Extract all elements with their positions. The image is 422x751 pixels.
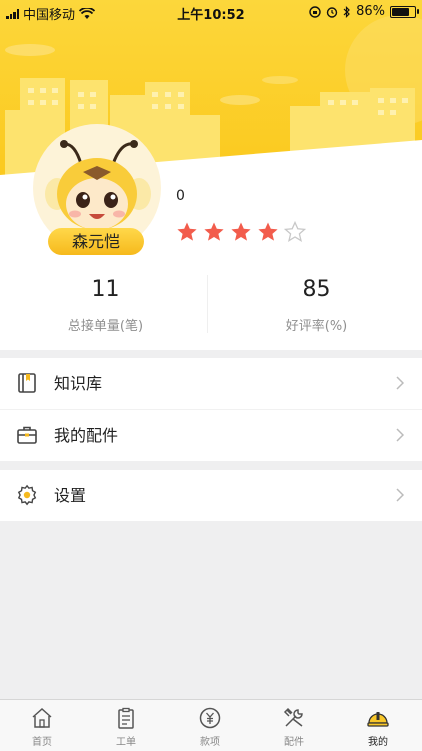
menu-item-label: 知识库: [54, 374, 103, 393]
stat-total-orders: 11 总接单量(笔): [0, 275, 211, 334]
gear-icon: [17, 484, 37, 506]
star-empty-icon: [284, 221, 306, 242]
tab-label: 款项: [200, 737, 220, 748]
star-filled-icon: [204, 222, 224, 241]
battery-icon: [390, 5, 419, 18]
rotation-lock-icon: [309, 5, 321, 18]
star-filled-icon: [177, 222, 197, 241]
tab-home[interactable]: 首页: [0, 700, 84, 751]
clipboard-icon: [118, 707, 134, 729]
bottom-tab-bar: 首页 工单 款项 配件 我的: [0, 699, 422, 751]
menu-item-knowledge-base[interactable]: 知识库: [0, 358, 422, 409]
stat-positive-rate: 85 好评率(%): [211, 275, 422, 334]
menu-group-settings: 设置: [0, 470, 422, 521]
menu-item-label: 我的配件: [54, 426, 119, 445]
yuan-icon: [199, 707, 221, 729]
tab-label: 首页: [32, 737, 52, 748]
tab-work-orders[interactable]: 工单: [84, 700, 168, 751]
tab-parts[interactable]: 配件: [252, 700, 336, 751]
star-filled-icon: [231, 222, 251, 241]
tools-icon: [283, 707, 303, 727]
tab-mine[interactable]: 我的: [336, 700, 420, 751]
status-bar: 中国移动 上午10:52 86%: [0, 0, 422, 24]
user-name-badge: 森元恺: [48, 228, 144, 255]
bluetooth-icon: [343, 5, 350, 18]
stat-value: 85: [302, 277, 331, 302]
tab-label: 我的: [368, 737, 388, 748]
tab-label: 工单: [116, 737, 136, 748]
profile-header: 中国移动 上午10:52 86% 森元恺 0 11 总接单量(笔) 85 好评率…: [0, 0, 422, 350]
menu-group-main: 知识库 我的配件: [0, 358, 422, 461]
book-icon: [18, 373, 36, 393]
helmet-icon: [367, 712, 389, 727]
stat-label: 好评率(%): [285, 319, 348, 334]
chevron-right-icon: [396, 488, 404, 502]
tab-payments[interactable]: 款项: [168, 700, 252, 751]
stat-label: 总接单量(笔): [67, 319, 144, 334]
alarm-icon: [326, 6, 338, 18]
user-score: 0: [176, 188, 185, 204]
battery-percent: 86%: [356, 4, 385, 19]
tab-label: 配件: [284, 737, 304, 748]
stat-value: 11: [91, 277, 120, 302]
chevron-right-icon: [396, 376, 404, 390]
chevron-right-icon: [396, 428, 404, 442]
menu-item-my-parts[interactable]: 我的配件: [0, 410, 422, 461]
stat-divider: [207, 275, 208, 333]
toolbox-icon: [17, 426, 37, 444]
menu-item-label: 设置: [54, 486, 87, 505]
star-filled-icon: [258, 222, 278, 241]
rating-stars: [176, 221, 306, 243]
menu-item-settings[interactable]: 设置: [0, 470, 422, 521]
home-icon: [32, 707, 52, 728]
